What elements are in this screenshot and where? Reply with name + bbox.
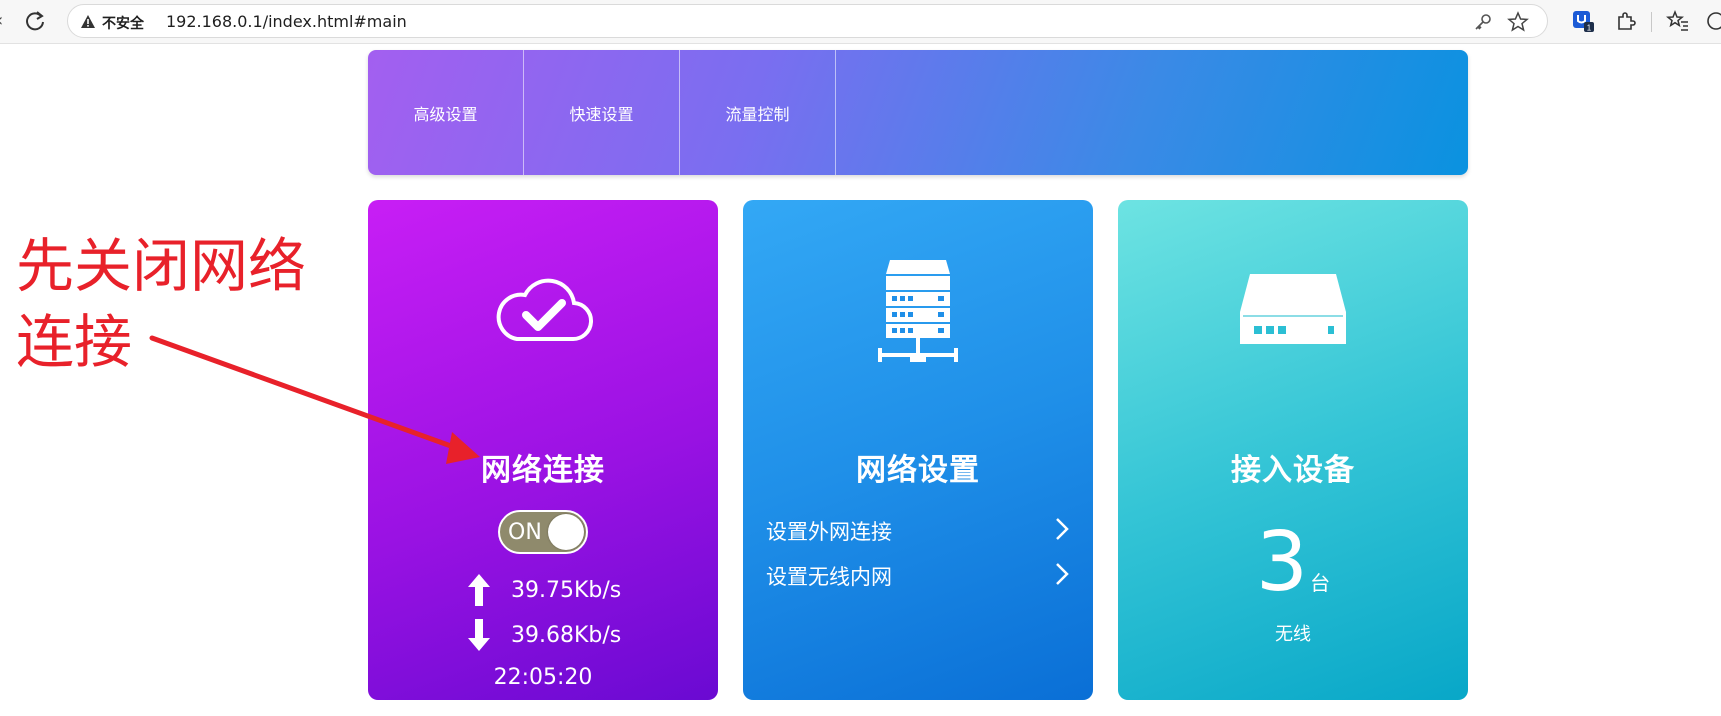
url-text[interactable]: 192.168.0.1/index.html#main: [166, 12, 407, 31]
extension-badge: 1: [1587, 24, 1592, 33]
bookmark-star-icon[interactable]: [1507, 11, 1529, 33]
security-label[interactable]: 不安全: [102, 13, 144, 33]
connected-devices-title: 接入设备: [1231, 453, 1355, 488]
warning-icon[interactable]: [80, 14, 96, 30]
toggle-label: ON: [508, 520, 542, 545]
network-toggle[interactable]: ON: [498, 510, 588, 554]
connected-devices-card: 接入设备 3台 无线: [1118, 200, 1468, 700]
extensions-puzzle-icon[interactable]: [1614, 9, 1638, 33]
upload-rate: 39.75Kb/s: [511, 578, 622, 603]
back-icon[interactable]: ‹: [0, 11, 3, 31]
nav-traffic-control[interactable]: 流量控制: [680, 50, 836, 175]
device-type-label: 无线: [1275, 624, 1311, 645]
download-arrow-icon: [468, 619, 490, 651]
network-connection-card: 网络连接 ON 39.75Kb/s 39.68Kb/s 22:05:20: [368, 200, 718, 700]
server-rack-icon: [878, 260, 958, 362]
key-icon[interactable]: [1473, 12, 1493, 32]
device-count-number: 3: [1255, 515, 1309, 610]
cloud-check-icon: [496, 278, 594, 342]
browser-toolbar: ‹ 不安全 192.168.0.1/index.html#main 1: [0, 0, 1721, 44]
annotation-line-2: 连接: [16, 308, 133, 376]
chevron-right-icon: [1056, 563, 1069, 585]
device-count: 3台: [1118, 518, 1468, 608]
network-connection-title: 网络连接: [481, 453, 605, 488]
download-rate: 39.68Kb/s: [511, 623, 622, 648]
network-settings-card: 网络设置 设置外网连接 设置无线内网: [743, 200, 1093, 700]
wan-settings-link[interactable]: 设置外网连接: [766, 510, 1071, 550]
extension-shield-icon[interactable]: 1: [1571, 9, 1595, 33]
collections-icon[interactable]: [1704, 9, 1721, 33]
chevron-right-icon: [1056, 518, 1069, 540]
wireless-lan-settings-label: 设置无线内网: [766, 565, 892, 589]
favorites-icon[interactable]: [1666, 9, 1690, 33]
network-settings-title: 网络设置: [856, 453, 980, 488]
wan-settings-label: 设置外网连接: [766, 520, 892, 544]
router-icon: [1240, 274, 1346, 344]
device-count-unit: 台: [1310, 571, 1331, 595]
annotation-text: 先关闭网络 连接: [16, 228, 336, 380]
address-bar[interactable]: 不安全 192.168.0.1/index.html#main: [67, 4, 1548, 38]
connection-uptime: 22:05:20: [493, 665, 593, 690]
toggle-knob: [548, 514, 584, 550]
wireless-lan-settings-link[interactable]: 设置无线内网: [766, 555, 1071, 595]
download-rate-row: 39.68Kb/s: [368, 617, 718, 657]
top-nav-bar: 高级设置 快速设置 流量控制: [368, 50, 1468, 175]
annotation-line-1: 先关闭网络: [16, 232, 307, 300]
reload-icon[interactable]: [24, 10, 46, 32]
nav-advanced-settings[interactable]: 高级设置: [368, 50, 524, 175]
upload-arrow-icon: [468, 574, 490, 606]
nav-quick-settings[interactable]: 快速设置: [524, 50, 680, 175]
upload-rate-row: 39.75Kb/s: [368, 572, 718, 612]
toolbar-divider: [1651, 12, 1652, 32]
